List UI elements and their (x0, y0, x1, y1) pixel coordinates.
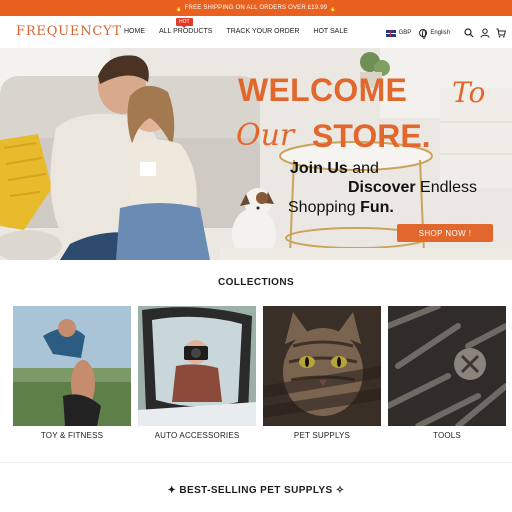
main-nav: HOME ALL PRODUCTS TRACK YOUR ORDER HOT S… (124, 28, 362, 35)
uk-flag-icon (385, 29, 396, 37)
hero-line-3: Shopping Fun. (288, 199, 394, 217)
hero-line-1-bold: Join Us (290, 160, 348, 177)
hero-line-1-rest: and (347, 160, 379, 177)
best-selling-heading: ✦ BEST-SELLING PET SUPPLYS ✧ (167, 485, 345, 496)
hero-our: Our (236, 118, 295, 153)
hot-badge: HOT (176, 18, 193, 28)
hero-line-2-bold: Discover (348, 179, 416, 196)
nav-hot-sale[interactable]: HOT SALE (313, 28, 348, 35)
hero-line-2: Discover Endless (348, 179, 477, 197)
tools-image (388, 306, 506, 426)
nav-track-order[interactable]: TRACK YOUR ORDER (226, 28, 299, 35)
account-icon[interactable] (480, 28, 490, 38)
fire-icon: 🔥 (175, 5, 183, 12)
site-logo[interactable]: FREQUENCYT (16, 24, 122, 39)
collection-card-tools[interactable] (388, 306, 506, 426)
shop-now-button[interactable]: SHOP NOW ! (397, 224, 493, 242)
site-header: FREQUENCYT HOME ALL PRODUCTS TRACK YOUR … (0, 16, 512, 48)
search-icon[interactable] (464, 28, 474, 38)
currency-selector[interactable]: GBP (399, 30, 412, 36)
language-selector[interactable]: English (430, 30, 450, 36)
nav-home[interactable]: HOME (124, 28, 145, 35)
collection-label-auto-accessories[interactable]: AUTO ACCESSORIES (138, 431, 256, 440)
auto-accessories-image (138, 306, 256, 426)
collection-card-pet-supplys[interactable] (263, 306, 381, 426)
hero-line-3-bold: Fun. (360, 199, 394, 216)
fire-icon: 🔥 (329, 5, 337, 12)
promo-bar: 🔥 FREE SHIPPING ON ALL ORDERS OVER £19.9… (0, 0, 512, 16)
hero-to: To (452, 76, 486, 109)
hero-welcome: WELCOME (238, 72, 408, 108)
hero-line-3-rest: Shopping (288, 199, 361, 216)
collection-label-tools[interactable]: TOOLS (388, 431, 506, 440)
collection-card-auto-accessories[interactable] (138, 306, 256, 426)
globe-icon (419, 29, 428, 39)
pet-supplys-image (263, 306, 381, 426)
toy-fitness-image (13, 306, 131, 426)
hero-banner: WELCOME To Our STORE. Join Us and Discov… (0, 48, 512, 260)
cart-icon[interactable] (496, 28, 506, 38)
header-tools: GBP English (385, 28, 506, 39)
hero-line-1: Join Us and (290, 160, 379, 178)
hero-store: STORE. (312, 118, 431, 154)
collection-label-pet-supplys[interactable]: PET SUPPLYS (263, 431, 381, 440)
collections-heading: COLLECTIONS (217, 277, 295, 288)
collections-grid: TOY & FITNESS AUTO ACCESSORIES PET SUPPL… (13, 306, 509, 446)
hero-line-2-rest: Endless (415, 179, 477, 196)
collection-card-toy-fitness[interactable] (13, 306, 131, 426)
collection-label-toy-fitness[interactable]: TOY & FITNESS (13, 431, 131, 440)
section-divider (0, 462, 512, 463)
promo-text: FREE SHIPPING ON ALL ORDERS OVER £19.99 (184, 5, 328, 11)
nav-all-products[interactable]: ALL PRODUCTS (159, 28, 212, 35)
